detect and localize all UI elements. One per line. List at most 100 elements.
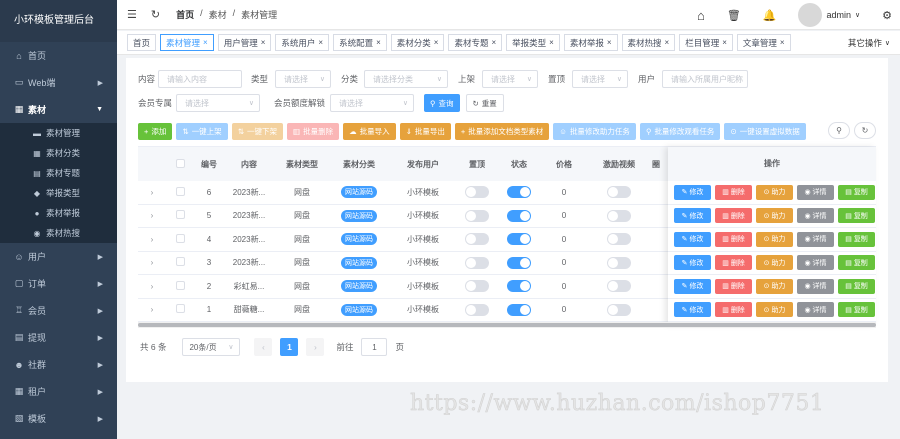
type-select[interactable]: 请选择 ∨ (275, 70, 331, 88)
action-button-1[interactable]: ⇅ 一键上架 (176, 123, 228, 140)
row-checkbox[interactable] (166, 280, 194, 292)
row-op-button-1[interactable]: ▥ 删除 (715, 278, 752, 294)
close-icon[interactable]: × (491, 38, 496, 47)
sidebar-lower-item-3[interactable]: ▤ 提现 ▶ (0, 324, 117, 351)
expand-chevron-icon[interactable]: › (138, 188, 166, 197)
expand-chevron-icon[interactable]: › (138, 258, 166, 267)
row-checkbox[interactable] (166, 186, 194, 198)
pin-switch[interactable] (458, 303, 496, 316)
row-checkbox[interactable] (166, 210, 194, 221)
row-op-button-1[interactable]: ▥ 删除 (715, 302, 752, 318)
close-icon[interactable]: × (376, 38, 381, 47)
sidebar-lower-item-4[interactable]: ☻ 社群 ▶ (0, 351, 117, 378)
row-op-button-4[interactable]: ▤ 复制 (838, 302, 875, 318)
sidebar-subitem-1[interactable]: ▦ 素材分类 (0, 143, 117, 163)
next-page-button[interactable]: › (306, 338, 325, 356)
tab-11[interactable]: 文章管理 × (736, 34, 791, 51)
pin-switch[interactable] (458, 233, 496, 246)
row-checkbox[interactable] (166, 233, 194, 245)
sidebar-subitem-4[interactable]: ● 素材举报 (0, 203, 117, 223)
sidebar-lower-item-0[interactable]: ☺ 用户 ▶ (0, 243, 117, 270)
sidebar-lower-item-6[interactable]: ▧ 模板 ▶ (0, 405, 117, 432)
video-switch[interactable] (594, 280, 644, 293)
sidebar-item-2[interactable]: ▦ 素材 ▼ (0, 96, 117, 123)
tab-2[interactable]: 用户管理 × (217, 34, 272, 51)
row-op-button-3[interactable]: ◉ 详情 (797, 184, 834, 200)
sidebar-item-1[interactable]: ▭ Web端 ▶ (0, 69, 117, 96)
bell-icon[interactable]: 🔔 (763, 9, 777, 22)
pin-select[interactable]: 请选择 ∨ (572, 70, 628, 88)
row-op-button-0[interactable]: ✎ 修改 (674, 184, 711, 200)
tab-4[interactable]: 系统配置 × (333, 34, 387, 51)
close-icon[interactable]: × (780, 38, 785, 47)
row-op-button-3[interactable]: ◉ 详情 (797, 208, 834, 224)
row-op-button-1[interactable]: ▥ 删除 (715, 184, 752, 200)
sidebar-lower-item-2[interactable]: ♖ 会员 ▶ (0, 297, 117, 324)
home-icon[interactable]: ⌂ (697, 8, 705, 23)
user-input[interactable]: 请输入所属用户昵称 (662, 70, 748, 88)
row-op-button-2[interactable]: ⊙ 助力 (756, 208, 793, 224)
breadcrumb-material[interactable]: 素材 (209, 8, 227, 21)
action-button-8[interactable]: ⚲ 批量修改观看任务 (639, 123, 721, 140)
sidebar-subitem-2[interactable]: ▤ 素材专题 (0, 163, 117, 183)
action-button-9[interactable]: ⊙ 一键设置虚拟数据 (724, 123, 806, 140)
row-op-button-3[interactable]: ◉ 详情 (797, 231, 834, 247)
row-op-button-3[interactable]: ◉ 详情 (797, 255, 834, 271)
search-toggle-icon[interactable]: ⚲ (828, 122, 850, 139)
gear-icon[interactable]: ⚙ (882, 9, 892, 22)
pin-switch[interactable] (458, 209, 496, 222)
close-icon[interactable]: × (607, 38, 612, 47)
close-icon[interactable]: × (549, 38, 554, 47)
action-button-2[interactable]: ⇅ 一键下架 (231, 123, 283, 140)
username[interactable]: admin (826, 10, 851, 20)
page-1-button[interactable]: 1 (280, 338, 299, 356)
video-switch[interactable] (594, 233, 644, 246)
listing-select[interactable]: 请选择 ∨ (482, 70, 538, 88)
row-op-button-2[interactable]: ⊙ 助力 (756, 231, 793, 247)
select-all-checkbox[interactable] (166, 158, 194, 170)
row-op-button-0[interactable]: ✎ 修改 (674, 255, 711, 271)
row-op-button-2[interactable]: ⊙ 助力 (756, 184, 793, 200)
prev-page-button[interactable]: ‹ (254, 338, 273, 356)
goto-input[interactable]: 1 (361, 338, 388, 356)
row-op-button-0[interactable]: ✎ 修改 (674, 302, 711, 318)
expand-chevron-icon[interactable]: › (138, 282, 166, 291)
tab-3[interactable]: 系统用户 × (275, 34, 330, 51)
other-ops-dropdown[interactable]: 其它操作 ∨ (848, 31, 890, 55)
row-op-button-2[interactable]: ⊙ 助力 (756, 302, 793, 318)
tab-6[interactable]: 素材专题 × (448, 34, 503, 51)
row-checkbox[interactable] (166, 304, 194, 315)
action-button-3[interactable]: ▥ 批量删除 (286, 123, 340, 140)
search-button[interactable]: ⚲ 查询 (424, 94, 460, 112)
close-icon[interactable]: × (261, 38, 266, 47)
sidebar-subitem-5[interactable]: ◉ 素材热搜 (0, 223, 117, 243)
action-button-5[interactable]: ⇓ 批量导出 (399, 123, 451, 140)
video-switch[interactable] (594, 256, 644, 269)
pin-switch[interactable] (458, 186, 496, 199)
pin-switch[interactable] (458, 280, 496, 293)
action-button-6[interactable]: + 批量添加文档类型素材 (454, 123, 550, 140)
user-menu[interactable]: admin ∨ (798, 3, 860, 27)
sidebar-subitem-0[interactable]: ▬ 素材管理 (0, 123, 117, 143)
row-op-button-0[interactable]: ✎ 修改 (674, 278, 711, 294)
breadcrumb-home[interactable]: 首页 (176, 8, 194, 21)
row-op-button-4[interactable]: ▤ 复制 (838, 208, 875, 224)
row-op-button-2[interactable]: ⊙ 助力 (756, 278, 793, 294)
row-op-button-2[interactable]: ⊙ 助力 (756, 255, 793, 271)
expand-chevron-icon[interactable]: › (138, 305, 166, 314)
content-input[interactable]: 请输入内容 (158, 70, 242, 88)
close-icon[interactable]: × (434, 38, 439, 47)
avatar[interactable] (798, 3, 823, 27)
close-icon[interactable]: × (722, 38, 727, 47)
action-button-4[interactable]: ☁ 批量导入 (343, 123, 396, 140)
close-icon[interactable]: × (665, 38, 670, 47)
vip-select[interactable]: 请选择 ∨ (176, 94, 260, 112)
video-switch[interactable] (594, 209, 644, 222)
tab-8[interactable]: 素材举报 × (563, 34, 618, 51)
row-op-button-4[interactable]: ▤ 复制 (838, 184, 875, 200)
row-op-button-1[interactable]: ▥ 删除 (715, 208, 752, 224)
hamburger-icon[interactable]: ☰ (127, 8, 137, 21)
category-select[interactable]: 请选择分类 ∨ (364, 70, 448, 88)
trash-icon[interactable]: 🗑 (727, 9, 741, 22)
refresh-icon[interactable]: ↻ (151, 8, 160, 21)
